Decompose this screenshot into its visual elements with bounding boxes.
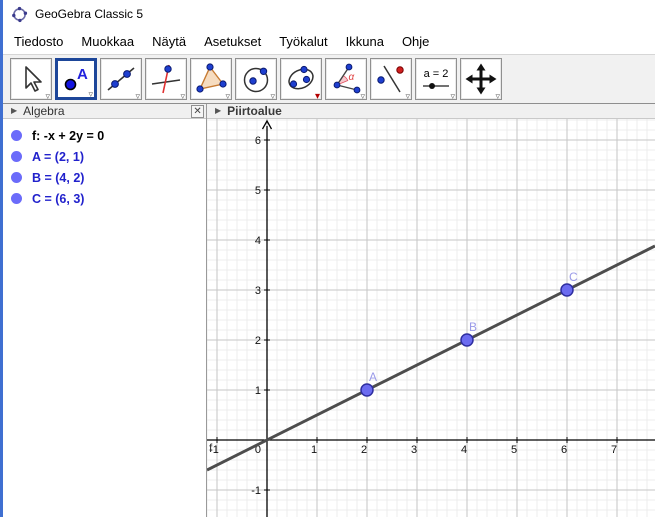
line-tool[interactable]: ▿ xyxy=(100,58,142,100)
reflect-icon xyxy=(375,63,407,95)
svg-text:α: α xyxy=(349,72,355,83)
polygon-tool[interactable]: ▿ xyxy=(190,58,232,100)
tool-dropdown-icon[interactable]: ▿ xyxy=(360,92,365,101)
point-icon: A xyxy=(60,63,92,95)
collapse-arrow-icon[interactable]: ▶ xyxy=(215,107,221,115)
visibility-bullet[interactable] xyxy=(11,130,22,141)
circle-tool[interactable]: ▿ xyxy=(235,58,277,100)
tool-dropdown-icon[interactable]: ▿ xyxy=(180,92,185,101)
algebra-list: f: -x + 2y = 0 A = (2, 1) B = (4, 2) C =… xyxy=(3,119,206,209)
algebra-title: Algebra xyxy=(23,104,64,118)
graphics-canvas[interactable]: -11234567-11234560fABC xyxy=(207,119,655,517)
ellipse-tool[interactable]: ▾ xyxy=(280,58,322,100)
tool-dropdown-icon[interactable]: ▿ xyxy=(495,92,500,101)
toolbar: ▿ A ▿ ▿ ▿ ▿ xyxy=(3,54,655,104)
tick-label: 6 xyxy=(561,444,567,456)
tool-dropdown-icon[interactable]: ▿ xyxy=(135,92,140,101)
tool-dropdown-icon[interactable]: ▿ xyxy=(270,92,275,101)
move-tool[interactable]: ▿ xyxy=(10,58,52,100)
point-label-b: B xyxy=(469,320,477,334)
menu-ohje[interactable]: Ohje xyxy=(393,30,438,53)
ellipse-icon xyxy=(285,63,317,95)
perpendicular-line-icon xyxy=(150,63,182,95)
algebra-panel: ▶ Algebra ✕ f: -x + 2y = 0 A = (2, 1) B … xyxy=(3,104,206,517)
tool-dropdown-icon[interactable]: ▿ xyxy=(88,90,93,99)
title-bar: GeoGebra Classic 5 xyxy=(3,0,655,28)
collapse-arrow-icon[interactable]: ▶ xyxy=(11,107,17,115)
tick-label: 3 xyxy=(255,285,261,297)
visibility-bullet[interactable] xyxy=(11,172,22,183)
tick-label: 2 xyxy=(361,444,367,456)
cursor-arrow-icon xyxy=(15,63,47,95)
tick-label: 7 xyxy=(611,444,617,456)
reflect-tool[interactable]: ▿ xyxy=(370,58,412,100)
graphics-header: ▶ Piirtoalue xyxy=(207,104,655,119)
point-a[interactable] xyxy=(361,384,373,396)
algebra-item-label[interactable]: A = (2, 1) xyxy=(32,150,84,164)
tool-dropdown-icon[interactable]: ▿ xyxy=(225,92,230,101)
canvas-wrap: -11234567-11234560fABC xyxy=(207,119,655,517)
point-label-c: C xyxy=(569,270,578,284)
tick-label: 3 xyxy=(411,444,417,456)
menu-muokkaa[interactable]: Muokkaa xyxy=(72,30,143,53)
algebra-item-b[interactable]: B = (4, 2) xyxy=(3,167,206,188)
graphics-title: Piirtoalue xyxy=(227,104,282,118)
geogebra-window: { "window": { "title": "GeoGebra Classic… xyxy=(0,0,655,517)
point-b[interactable] xyxy=(461,334,473,346)
algebra-item-label[interactable]: C = (6, 3) xyxy=(32,192,84,206)
tick-label: -1 xyxy=(251,485,261,497)
tick-label: 6 xyxy=(255,135,261,147)
move-graphics-view-tool[interactable]: ▿ xyxy=(460,58,502,100)
tick-label: 2 xyxy=(255,335,261,347)
algebra-item-c[interactable]: C = (6, 3) xyxy=(3,188,206,209)
point-label-a: A xyxy=(369,370,377,384)
menu-asetukset[interactable]: Asetukset xyxy=(195,30,270,53)
menu-bar: Tiedosto Muokkaa Näytä Asetukset Työkalu… xyxy=(3,28,655,54)
move-view-icon xyxy=(465,63,497,95)
visibility-bullet[interactable] xyxy=(11,151,22,162)
main-area: ▶ Algebra ✕ f: -x + 2y = 0 A = (2, 1) B … xyxy=(3,104,655,517)
tool-dropdown-icon[interactable]: ▿ xyxy=(45,92,50,101)
tick-label: 4 xyxy=(255,235,261,247)
perpendicular-line-tool[interactable]: ▿ xyxy=(145,58,187,100)
tool-dropdown-icon[interactable]: ▿ xyxy=(450,92,455,101)
graphics-panel: ▶ Piirtoalue -11234567-11234560fABC xyxy=(207,104,655,517)
algebra-item-label[interactable]: f: -x + 2y = 0 xyxy=(32,129,104,143)
angle-tool[interactable]: α ▿ xyxy=(325,58,367,100)
point-tool[interactable]: A ▿ xyxy=(55,58,97,100)
tick-label: 4 xyxy=(461,444,467,456)
tick-label: 1 xyxy=(255,385,261,397)
menu-tiedosto[interactable]: Tiedosto xyxy=(5,30,72,53)
window-title: GeoGebra Classic 5 xyxy=(35,7,143,21)
tool-dropdown-icon[interactable]: ▿ xyxy=(405,92,410,101)
algebra-header: ▶ Algebra ✕ xyxy=(3,104,206,119)
algebra-item-a[interactable]: A = (2, 1) xyxy=(3,146,206,167)
tick-label: 1 xyxy=(311,444,317,456)
svg-text:a = 2: a = 2 xyxy=(424,68,449,80)
menu-nayta[interactable]: Näytä xyxy=(143,30,195,53)
tick-label: 5 xyxy=(511,444,517,456)
visibility-bullet[interactable] xyxy=(11,193,22,204)
geogebra-logo-icon xyxy=(11,6,28,23)
svg-text:A: A xyxy=(77,66,88,83)
algebra-item-f[interactable]: f: -x + 2y = 0 xyxy=(3,125,206,146)
circle-icon xyxy=(240,63,272,95)
slider-tool[interactable]: a = 2 ▿ xyxy=(415,58,457,100)
point-c[interactable] xyxy=(561,284,573,296)
slider-icon: a = 2 xyxy=(420,63,452,95)
tool-dropdown-icon[interactable]: ▾ xyxy=(315,92,320,101)
close-icon[interactable]: ✕ xyxy=(191,105,204,118)
angle-icon: α xyxy=(330,63,362,95)
tick-label: 5 xyxy=(255,185,261,197)
line-icon xyxy=(105,63,137,95)
menu-tyokalut[interactable]: Työkalut xyxy=(270,30,336,53)
polygon-icon xyxy=(195,63,227,95)
algebra-item-label[interactable]: B = (4, 2) xyxy=(32,171,84,185)
menu-ikkuna[interactable]: Ikkuna xyxy=(337,30,393,53)
